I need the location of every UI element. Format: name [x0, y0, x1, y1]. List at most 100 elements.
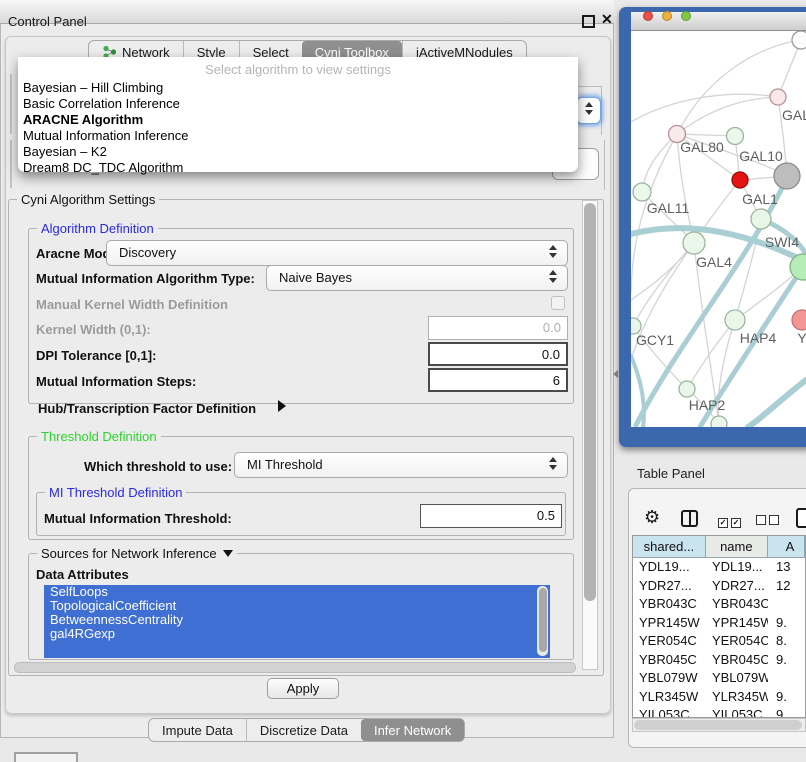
table-row[interactable]: YDL19...YDL19...13	[633, 558, 805, 577]
table-cell[interactable]: YPR145W	[706, 614, 768, 633]
table-cell[interactable]: YBR045C	[633, 651, 706, 670]
attribute-list-item[interactable]: gal4RGexp	[44, 627, 550, 641]
table-cell[interactable]: YLR345W	[633, 688, 706, 707]
split-divider-handle-icon[interactable]	[613, 370, 618, 378]
network-node[interactable]	[774, 163, 800, 189]
hub-definition-label[interactable]: Hub/Transcription Factor Definition	[38, 401, 256, 416]
attribute-list-item[interactable]: BetweennessCentrality	[44, 613, 550, 627]
network-node[interactable]	[725, 310, 745, 330]
table-horizontal-scrollbar-thumb[interactable]	[634, 720, 802, 730]
table-cell[interactable]: 9.	[768, 651, 805, 670]
column-header[interactable]: shared...	[633, 536, 706, 558]
table-cell[interactable]: YDL19...	[706, 558, 768, 577]
new-column-icon[interactable]	[796, 508, 806, 528]
table-cell[interactable]: YER054C	[633, 632, 706, 651]
column-header[interactable]: name	[706, 536, 768, 558]
sources-title-row[interactable]: Sources for Network Inference	[37, 546, 237, 561]
attribute-list-item[interactable]: TopologicalCoefficient	[44, 599, 550, 613]
table-cell[interactable]: YIL053C	[706, 706, 768, 718]
zoom-traffic-light-icon[interactable]	[681, 11, 691, 21]
table-cell[interactable]: 8.	[768, 632, 805, 651]
algorithm-option[interactable]: ARACNE Algorithm	[18, 112, 578, 128]
network-canvas[interactable]: GALGAL80GAL10GAL1GAL11SWI4GAL4GCY1HAP4YH…	[631, 31, 806, 427]
settings-horizontal-scrollbar-thumb[interactable]	[14, 662, 576, 673]
table-cell[interactable]: YBL079W	[706, 669, 768, 688]
network-node[interactable]	[770, 89, 786, 105]
network-window-titlebar[interactable]	[631, 12, 806, 31]
table-cell[interactable]: 9.	[768, 614, 805, 633]
algorithm-option[interactable]: Basic Correlation Inference	[18, 96, 578, 112]
table-row[interactable]: YDR27...YDR27...12	[633, 577, 805, 596]
close-traffic-light-icon[interactable]	[643, 11, 653, 21]
table-cell[interactable]: YBL079W	[633, 669, 706, 688]
network-node[interactable]	[633, 183, 651, 201]
network-node[interactable]	[751, 209, 771, 229]
network-node[interactable]	[679, 381, 695, 397]
network-node[interactable]	[792, 31, 806, 49]
table-cell[interactable]: YBR045C	[706, 651, 768, 670]
expand-arrow-icon[interactable]	[278, 400, 286, 412]
network-node[interactable]	[727, 128, 744, 145]
algorithm-option[interactable]: Dream8 DC_TDC Algorithm	[18, 160, 578, 176]
table-cell[interactable]: 9.	[768, 688, 805, 707]
attribute-list-item[interactable]: SelfLoops	[44, 585, 550, 599]
table-cell[interactable]: YDL19...	[633, 558, 706, 577]
collapse-arrow-icon[interactable]	[223, 550, 233, 557]
attributes-scrollbar-thumb[interactable]	[539, 588, 547, 652]
table-cell[interactable]: YER054C	[706, 632, 768, 651]
network-node[interactable]	[732, 172, 748, 188]
which-threshold-select[interactable]: MI Threshold	[234, 452, 568, 478]
network-node[interactable]	[683, 232, 705, 254]
table-cell[interactable]	[768, 595, 805, 614]
table-row[interactable]: YLR345WYLR345W9.	[633, 688, 805, 707]
table-cell[interactable]: YDR27...	[633, 577, 706, 596]
mi-algorithm-type-select[interactable]: Naive Bayes	[266, 265, 568, 291]
algorithm-option[interactable]: Bayesian – Hill Climbing	[18, 80, 578, 96]
network-node[interactable]	[711, 416, 727, 427]
inference-algorithm-combo-fragment[interactable]	[576, 97, 601, 124]
dpi-tolerance-field[interactable]: 0.0	[428, 342, 568, 366]
column-header[interactable]: A	[768, 536, 805, 558]
table-row[interactable]: YER054CYER054C8.	[633, 632, 805, 651]
table-cell[interactable]: YIL053C	[633, 706, 706, 718]
mi-steps-field[interactable]: 6	[428, 368, 568, 392]
table-cell[interactable]: YPR145W	[633, 614, 706, 633]
table-horizontal-scrollbar[interactable]	[632, 718, 806, 732]
deselect-checkboxes-icon[interactable]	[756, 513, 782, 528]
split-columns-icon[interactable]	[681, 510, 698, 527]
table-row[interactable]: YBL079WYBL079W	[633, 669, 805, 688]
attributes-scrollbar[interactable]	[537, 586, 548, 656]
table-cell[interactable]: 12	[768, 577, 805, 596]
table-row[interactable]: YPR145WYPR145W9.	[633, 614, 805, 633]
algorithm-option[interactable]: Bayesian – K2	[18, 144, 578, 160]
table-row[interactable]: YBR045CYBR045C9.	[633, 651, 805, 670]
table-cell[interactable]: 13	[768, 558, 805, 577]
select-all-checkboxes-icon[interactable]: ✓✓	[718, 513, 744, 528]
settings-gear-icon[interactable]: ⚙	[644, 508, 660, 526]
kernel-width-field[interactable]: 0.0	[428, 316, 568, 340]
settings-vertical-scrollbar[interactable]	[582, 200, 598, 670]
table-cell[interactable]: YDR27...	[706, 577, 768, 596]
minimize-traffic-light-icon[interactable]	[662, 11, 672, 21]
tab-discretize-data[interactable]: Discretize Data	[246, 719, 361, 741]
close-icon[interactable]: ✕	[601, 11, 613, 28]
table-cell[interactable]: YLR345W	[706, 688, 768, 707]
network-edge[interactable]	[748, 380, 806, 427]
tab-infer-network[interactable]: Infer Network	[361, 719, 464, 741]
table-cell[interactable]: YBR043C	[706, 595, 768, 614]
aracne-mode-select[interactable]: Discovery	[106, 240, 568, 266]
float-window-icon[interactable]	[582, 15, 595, 28]
table-cell[interactable]	[768, 669, 805, 688]
tab-impute-data[interactable]: Impute Data	[149, 719, 246, 741]
network-edge[interactable]	[631, 94, 778, 122]
network-edge[interactable]	[631, 356, 644, 427]
network-edge[interactable]	[677, 97, 778, 134]
manual-kernel-width-checkbox[interactable]	[551, 296, 565, 310]
table-cell[interactable]: YBR043C	[633, 595, 706, 614]
mi-threshold-field[interactable]: 0.5	[420, 504, 562, 528]
settings-vertical-scrollbar-thumb[interactable]	[584, 203, 596, 601]
table-row[interactable]: YBR043CYBR043C	[633, 595, 805, 614]
table-cell[interactable]: 9	[768, 706, 805, 718]
apply-button[interactable]: Apply	[267, 678, 339, 699]
table-row[interactable]: YIL053CYIL053C9	[633, 706, 805, 718]
